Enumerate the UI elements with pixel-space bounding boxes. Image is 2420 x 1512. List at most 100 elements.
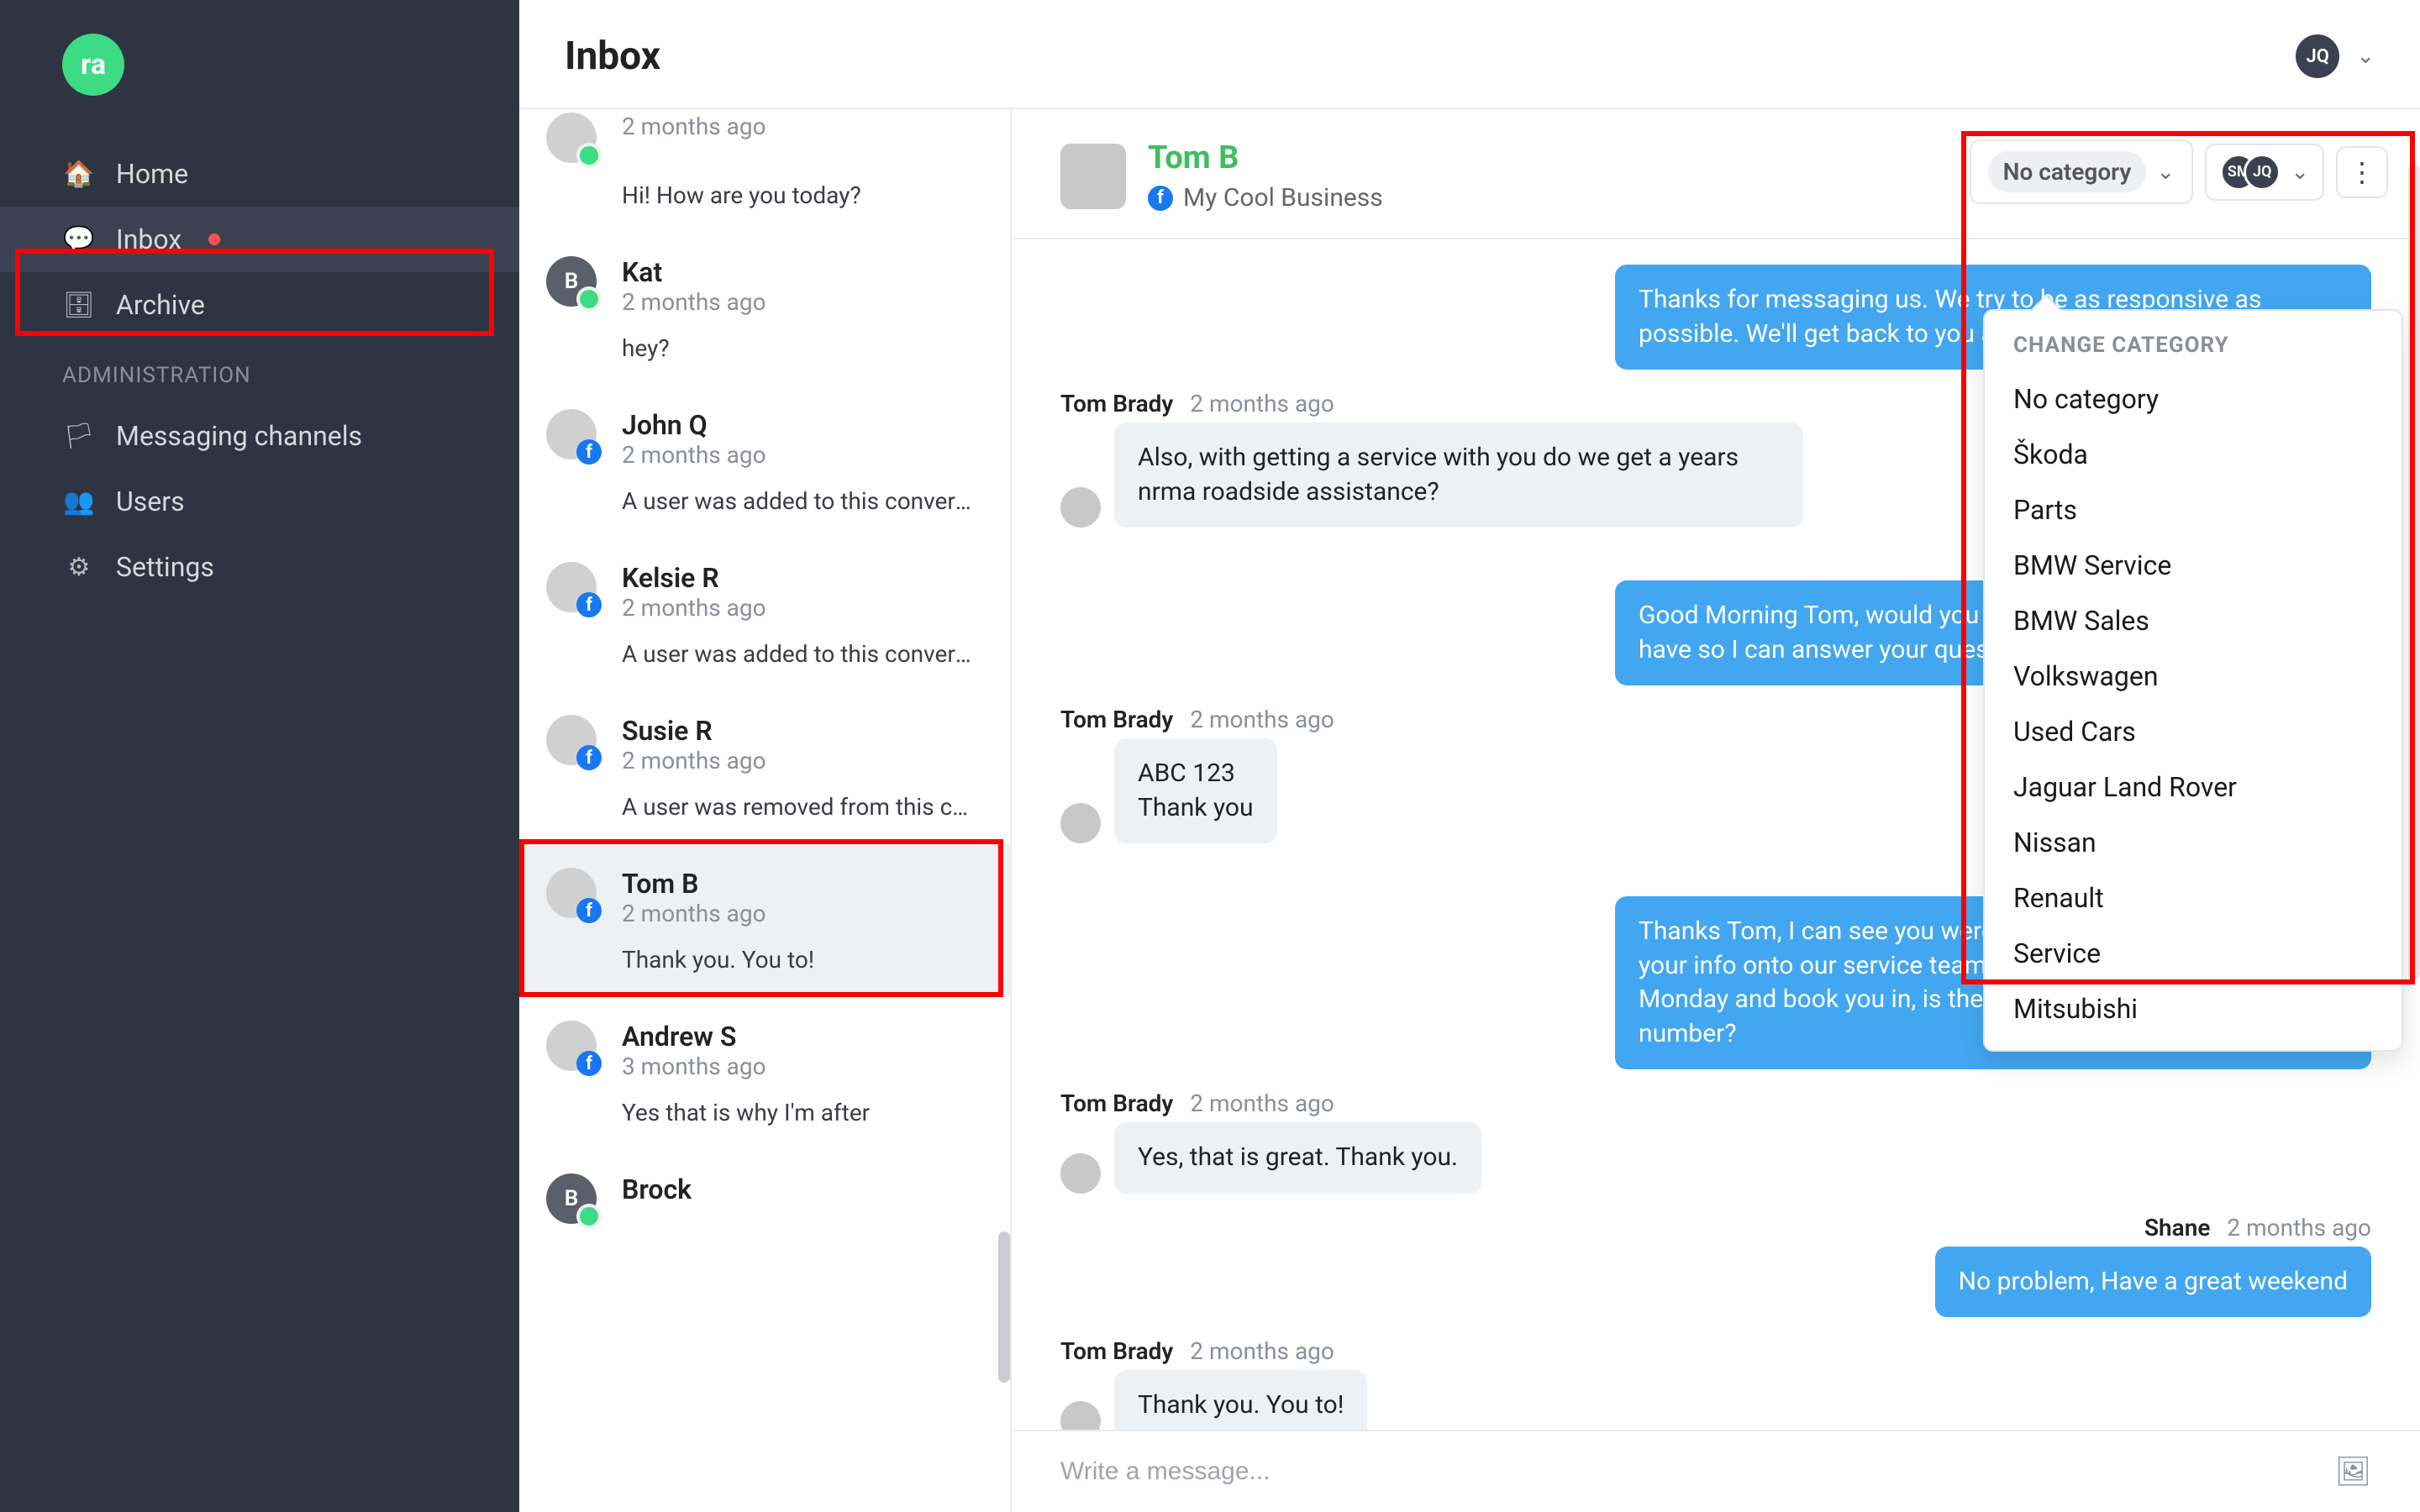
conversation-preview: hey? xyxy=(622,334,976,362)
message-avatar xyxy=(1060,803,1101,843)
message-author: Tom Brady xyxy=(1060,1337,1173,1365)
conversation-time: 2 months ago xyxy=(622,441,941,469)
conversation-item[interactable]: f Tom B 2 months ago Thank you. You to! xyxy=(519,844,1010,997)
conversation-item[interactable]: B Brock xyxy=(519,1150,1010,1266)
nav-icon: 🏳 xyxy=(62,422,96,451)
message-author: Tom Brady xyxy=(1060,390,1173,417)
conversation-item[interactable]: f Kelsie R 2 months ago A user was added… xyxy=(519,538,1010,691)
message-bubble: Also, with getting a service with you do… xyxy=(1114,423,1803,528)
nav-label: Messaging channels xyxy=(116,420,362,452)
conversation-time: 3 months ago xyxy=(622,1053,941,1080)
conversation-preview: Hi! How are you today? xyxy=(622,181,976,209)
facebook-icon: f xyxy=(1148,186,1173,211)
conversation-preview: A user was added to this conversat… xyxy=(622,487,976,515)
message-bubble: No problem, Have a great weekend xyxy=(1935,1247,2371,1318)
conversation-item[interactable]: B Kat 2 months ago hey? xyxy=(519,233,1010,386)
topbar: Inbox JQ ⌄ xyxy=(519,0,2420,109)
message-bubble: ABC 123Thank you xyxy=(1114,738,1277,843)
message-time: 2 months ago xyxy=(1190,390,1334,417)
nav-label: Settings xyxy=(116,551,214,583)
contact-name[interactable]: Tom B xyxy=(1148,139,1383,176)
scrollbar-thumb[interactable] xyxy=(998,1231,1010,1383)
assignee-avatar: JQ xyxy=(2244,154,2281,191)
channel-name: My Cool Business xyxy=(1183,183,1383,213)
assignee-selector[interactable]: SM JQ ⌄ xyxy=(2205,144,2324,201)
message-bubble: Thank you. You to! xyxy=(1114,1370,1367,1430)
category-option[interactable]: Parts xyxy=(1985,482,2402,538)
facebook-badge-icon: f xyxy=(576,439,602,465)
message-author: Shane xyxy=(2144,1214,2210,1242)
category-option[interactable]: Jaguar Land Rover xyxy=(1985,759,2402,815)
sidebar-item-archive[interactable]: 🗄Archive xyxy=(0,272,519,338)
chevron-down-icon: ⌄ xyxy=(2291,160,2309,185)
message-avatar xyxy=(1060,487,1101,528)
chevron-down-icon[interactable]: ⌄ xyxy=(2356,44,2375,69)
current-user-avatar[interactable]: JQ xyxy=(2296,34,2339,78)
conversation-preview: Thank you. You to! xyxy=(622,946,976,974)
category-option[interactable]: Used Cars xyxy=(1985,704,2402,759)
category-option[interactable]: BMW Sales xyxy=(1985,593,2402,648)
conversation-name: Kelsie R xyxy=(622,562,941,594)
online-badge-icon xyxy=(576,1204,602,1229)
conversation-name: Brock xyxy=(622,1173,941,1205)
conversation-preview: Yes that is why I'm after xyxy=(622,1099,976,1126)
conversation-item[interactable]: f Andrew S 3 months ago Yes that is why … xyxy=(519,997,1010,1150)
conversation-name: Susie R xyxy=(622,715,941,747)
page-title: Inbox xyxy=(565,34,660,79)
more-menu-button[interactable]: ⋮ xyxy=(2336,146,2388,198)
category-option[interactable]: Volkswagen xyxy=(1985,648,2402,704)
category-option[interactable]: BMW Service xyxy=(1985,538,2402,593)
conversation-list[interactable]: 2 months ago Hi! How are you today? B Ka… xyxy=(519,109,1012,1512)
category-option[interactable]: Service xyxy=(1985,926,2402,981)
nav-label: Inbox xyxy=(116,223,182,255)
category-option[interactable]: Mitsubishi xyxy=(1985,981,2402,1037)
scrollbar-track[interactable] xyxy=(2408,239,2420,979)
online-badge-icon xyxy=(576,143,602,168)
category-option[interactable]: No category xyxy=(1985,371,2402,427)
online-badge-icon xyxy=(576,286,602,312)
conversation-preview: A user was removed from this conv… xyxy=(622,793,976,821)
sidebar-item-messaging-channels[interactable]: 🏳 Messaging channels xyxy=(0,403,519,469)
category-option[interactable]: Nissan xyxy=(1985,815,2402,870)
nav-icon: 🏠 xyxy=(62,160,96,189)
conversation-item[interactable]: 2 months ago Hi! How are you today? xyxy=(519,109,1010,233)
dropdown-title: CHANGE CATEGORY xyxy=(1985,333,2402,371)
sidebar-item-inbox[interactable]: 💬Inbox xyxy=(0,207,519,272)
message-time: 2 months ago xyxy=(2227,1214,2371,1242)
sidebar-item-users[interactable]: 👥 Users xyxy=(0,469,519,534)
facebook-badge-icon: f xyxy=(576,592,602,617)
nav-label: Users xyxy=(116,486,185,517)
message-input[interactable] xyxy=(1060,1457,2335,1486)
chevron-down-icon: ⌄ xyxy=(2156,160,2175,185)
category-option[interactable]: Škoda xyxy=(1985,427,2402,482)
message-outgoing: Shane 2 months ago No problem, Have a gre… xyxy=(1060,1214,2371,1318)
conversation-time: 2 months ago xyxy=(622,900,941,927)
contact-avatar xyxy=(1060,144,1126,209)
nav-icon: ⚙ xyxy=(62,553,96,582)
message-incoming: Tom Brady2 months ago Yes, that is great… xyxy=(1060,1089,2371,1194)
nav-icon: 🗄 xyxy=(62,291,96,320)
message-incoming: Tom Brady2 months ago Thank you. You to! xyxy=(1060,1337,2371,1430)
conversation-item[interactable]: f Susie R 2 months ago A user was remove… xyxy=(519,691,1010,844)
conversation-name: Andrew S xyxy=(622,1021,941,1053)
nav-icon: 👥 xyxy=(62,487,96,517)
conversation-time: 2 months ago xyxy=(622,594,941,622)
conversation-preview: A user was added to this conversat… xyxy=(622,640,976,668)
conversation-name: Tom B xyxy=(622,868,941,900)
sidebar: ra 🏠Home💬Inbox🗄Archive ADMINISTRATION 🏳M… xyxy=(0,0,519,1512)
message-author: Tom Brady xyxy=(1060,1089,1173,1117)
conversation-item[interactable]: f John Q 2 months ago A user was added t… xyxy=(519,386,1010,538)
category-option[interactable]: Renault xyxy=(1985,870,2402,926)
brand-logo: ra xyxy=(62,34,124,96)
message-time: 2 months ago xyxy=(1190,1089,1334,1117)
sidebar-item-settings[interactable]: ⚙ Settings xyxy=(0,534,519,600)
category-dropdown: CHANGE CATEGORY No categoryŠkodaPartsBMW… xyxy=(1983,309,2403,1052)
sidebar-item-home[interactable]: 🏠Home xyxy=(0,141,519,207)
kebab-icon: ⋮ xyxy=(2349,156,2375,188)
message-avatar xyxy=(1060,1401,1101,1431)
conversation-name: John Q xyxy=(622,409,941,441)
category-selector[interactable]: No category ⌄ xyxy=(1970,139,2194,204)
conversation-time: 2 months ago xyxy=(622,288,941,316)
attach-image-icon[interactable]: 🖼 xyxy=(2335,1455,2371,1488)
facebook-badge-icon: f xyxy=(576,898,602,923)
